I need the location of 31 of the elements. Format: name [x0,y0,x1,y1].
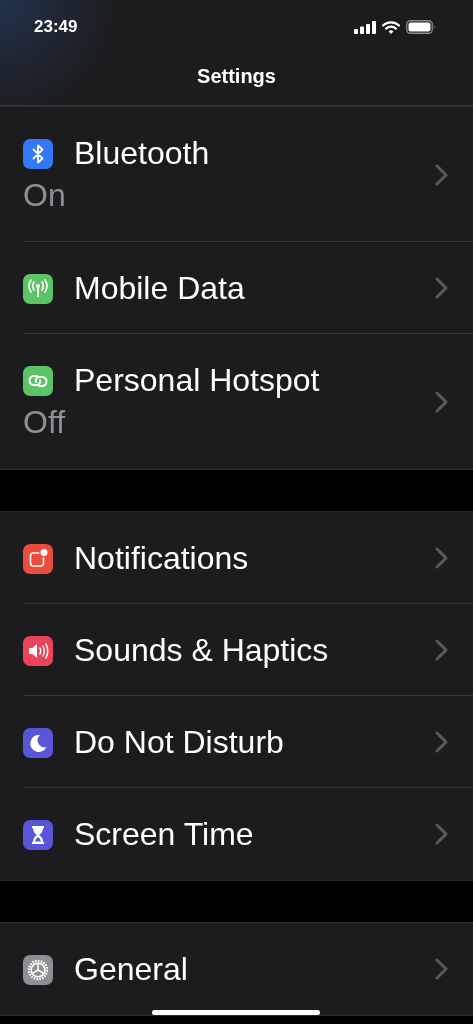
chevron-icon [435,391,448,413]
row-label: Bluetooth [74,134,211,173]
settings-row[interactable]: Do Not Disturb [0,696,473,788]
chevron-icon [435,731,448,753]
row-label: General [74,950,189,989]
settings-row[interactable]: Mobile Data [0,242,473,334]
row-label: Notifications [74,539,250,578]
settings-row[interactable]: Notifications [0,512,473,604]
settings-row[interactable]: General [0,923,473,1015]
chevron-icon [435,823,448,845]
chevron-icon [435,547,448,569]
chevron-icon [435,164,448,186]
battery-icon [406,20,436,34]
wifi-icon [382,20,400,34]
chevron-icon [435,958,448,980]
row-label: Mobile Data [74,269,246,308]
row-label: Sounds & Haptics [74,631,330,670]
row-status: On [23,176,67,215]
row-label: Screen Time [74,815,255,854]
settings-row[interactable]: Bluetooth On [0,107,473,242]
page-title: Settings [197,65,276,89]
chevron-icon [435,639,448,661]
settings-row[interactable]: Sounds & Haptics [0,604,473,696]
row-status: Off [23,403,67,442]
settings-row[interactable]: Personal Hotspot Off [0,334,473,469]
status-time: 23:49 [34,17,78,37]
row-label: Do Not Disturb [74,723,285,762]
row-label: Personal Hotspot [74,361,321,400]
settings-row[interactable]: Screen Time [0,788,473,880]
chevron-icon [435,277,448,299]
signal-icon [354,20,376,34]
